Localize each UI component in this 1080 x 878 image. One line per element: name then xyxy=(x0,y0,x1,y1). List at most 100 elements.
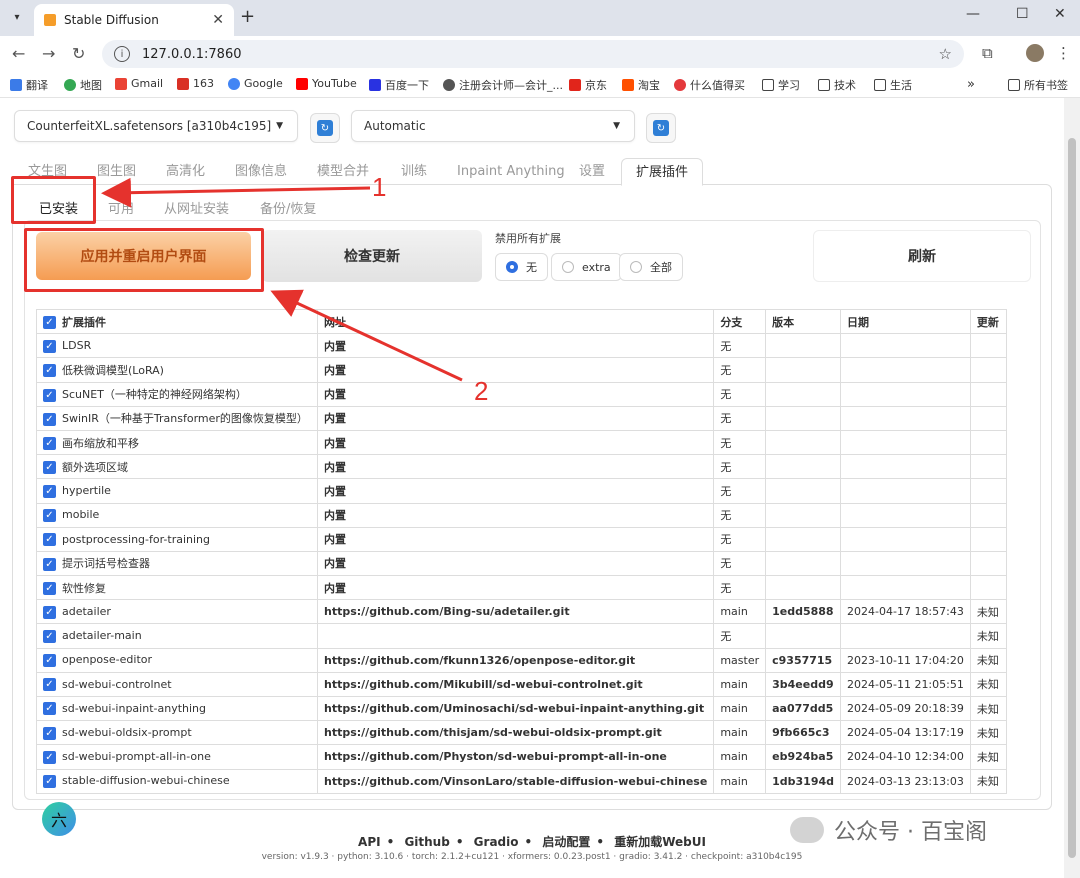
annotation-number-1: 1 xyxy=(372,172,387,202)
vae-select[interactable]: Automatic ▼ xyxy=(351,110,635,142)
refresh-checkpoint-button[interactable]: ↻ xyxy=(310,113,340,143)
maximize-icon[interactable]: ☐ xyxy=(1016,6,1029,22)
disable-extra-radio[interactable]: extra xyxy=(551,253,622,281)
forward-icon[interactable]: → xyxy=(42,44,55,63)
extension-checkbox[interactable]: ✓ xyxy=(43,388,56,402)
disable-all-radio[interactable]: 全部 xyxy=(619,253,683,281)
menu-icon[interactable]: ⋮ xyxy=(1056,44,1071,62)
check-updates-button[interactable]: 检查更新 xyxy=(262,230,482,282)
extension-checkbox[interactable]: ✓ xyxy=(43,653,56,667)
footer-link-startup-profile[interactable]: 启动配置 xyxy=(542,835,590,849)
tab-inpaint-anything[interactable]: Inpaint Anything xyxy=(457,158,565,186)
tab-extras[interactable]: 高清化 xyxy=(166,158,205,186)
extension-checkbox[interactable]: ✓ xyxy=(43,678,56,692)
floating-action-button[interactable]: 六 xyxy=(42,802,76,836)
footer-link-github[interactable]: Github xyxy=(404,835,449,849)
disable-none-radio[interactable]: 无 xyxy=(495,253,548,281)
cell-update xyxy=(969,429,1007,456)
extension-checkbox[interactable]: ✓ xyxy=(43,364,56,378)
site-info-icon[interactable]: i xyxy=(114,46,130,62)
cell-branch: 无 xyxy=(713,575,767,601)
refresh-vae-button[interactable]: ↻ xyxy=(646,113,676,143)
subtab-install-from-url[interactable]: 从网址安装 xyxy=(164,198,229,222)
tab-settings[interactable]: 设置 xyxy=(579,158,605,186)
cell-url: https://github.com/fkunn1326/openpose-ed… xyxy=(316,647,715,673)
select-all-checkbox[interactable]: ✓ xyxy=(43,316,56,330)
cell-branch: 无 xyxy=(713,333,767,359)
extension-checkbox[interactable]: ✓ xyxy=(43,484,56,498)
col-update: 更新 xyxy=(969,308,1007,335)
extension-checkbox[interactable]: ✓ xyxy=(43,605,56,619)
tab-extensions[interactable]: 扩展插件 xyxy=(621,158,704,186)
extension-checkbox[interactable]: ✓ xyxy=(43,533,56,547)
bookmark-item[interactable]: 百度一下 xyxy=(369,77,429,93)
cell-url: 内置 xyxy=(316,478,715,504)
footer-link-gradio[interactable]: Gradio xyxy=(474,835,519,849)
tab-png-info[interactable]: 图像信息 xyxy=(235,158,287,186)
page-scrollbar[interactable] xyxy=(1064,98,1080,878)
extension-checkbox[interactable]: ✓ xyxy=(43,582,56,596)
bookmark-item[interactable]: 京东 xyxy=(569,77,607,93)
extension-checkbox[interactable]: ✓ xyxy=(43,508,56,522)
cell-update: 未知 xyxy=(969,671,1007,698)
minimize-icon[interactable]: — xyxy=(966,6,980,22)
bookmark-item[interactable]: 163 xyxy=(177,77,214,90)
new-tab-icon[interactable]: + xyxy=(240,6,255,27)
close-tab-icon[interactable]: ✕ xyxy=(212,12,224,28)
cell-url: 内置 xyxy=(316,550,715,577)
extension-checkbox[interactable]: ✓ xyxy=(43,750,56,764)
close-window-icon[interactable]: ✕ xyxy=(1054,6,1066,22)
subtab-backup-restore[interactable]: 备份/恢复 xyxy=(260,198,316,222)
col-url: 网址 xyxy=(316,308,715,335)
more-bookmarks-icon[interactable]: » xyxy=(967,77,975,92)
refresh-button[interactable]: 刷新 xyxy=(813,230,1031,282)
profile-avatar[interactable] xyxy=(1026,44,1044,62)
bookmark-item[interactable]: 翻译 xyxy=(10,77,48,93)
bookmark-item[interactable]: Google xyxy=(228,77,283,90)
extension-checkbox[interactable]: ✓ xyxy=(43,461,56,475)
bookmark-folder[interactable]: 生活 xyxy=(874,77,912,93)
bookmark-item[interactable]: Gmail xyxy=(115,77,163,90)
footer-link-api[interactable]: API xyxy=(358,835,381,849)
cell-url: 内置 xyxy=(316,357,715,383)
extension-checkbox[interactable]: ✓ xyxy=(43,339,56,353)
cell-update xyxy=(969,381,1007,407)
cell-date xyxy=(840,550,971,577)
extension-checkbox[interactable]: ✓ xyxy=(43,557,56,571)
all-bookmarks-folder[interactable]: 所有书签 xyxy=(1008,77,1068,93)
checkpoint-select[interactable]: CounterfeitXL.safetensors [a310b4c195] ▼ xyxy=(14,110,298,142)
extensions-icon[interactable]: ⧉ xyxy=(982,44,993,62)
tab-list-dropdown-icon[interactable]: ▾ xyxy=(6,6,28,28)
browser-tab[interactable]: Stable Diffusion ✕ xyxy=(34,4,234,36)
tab-train[interactable]: 训练 xyxy=(401,158,427,186)
bookmark-item[interactable]: 什么值得买 xyxy=(674,77,745,93)
extension-checkbox[interactable]: ✓ xyxy=(43,629,56,643)
cell-extension: ✓ 提示词括号检查器 xyxy=(36,550,318,577)
scrollbar-thumb[interactable] xyxy=(1068,138,1076,858)
bookmark-item[interactable]: 淘宝 xyxy=(622,77,660,93)
bookmark-folder[interactable]: 学习 xyxy=(762,77,800,93)
footer-link-reload-ui[interactable]: 重新加载WebUI xyxy=(614,835,706,849)
reload-icon[interactable]: ↻ xyxy=(72,44,85,63)
cell-url: https://github.com/thisjam/sd-webui-olds… xyxy=(316,720,715,746)
tab-img2img[interactable]: 图生图 xyxy=(97,158,136,186)
cell-date xyxy=(840,454,971,480)
subtab-available[interactable]: 可用 xyxy=(108,198,134,222)
tab-merge[interactable]: 模型合并 xyxy=(317,158,369,186)
back-icon[interactable]: ← xyxy=(12,44,25,63)
bookmark-item[interactable]: YouTube xyxy=(296,77,357,90)
cell-date xyxy=(840,429,971,456)
extension-checkbox[interactable]: ✓ xyxy=(43,774,56,788)
extension-checkbox[interactable]: ✓ xyxy=(43,726,56,740)
address-bar[interactable]: i 127.0.0.1:7860 ☆ xyxy=(102,40,964,68)
extension-checkbox[interactable]: ✓ xyxy=(43,412,56,426)
bookmark-item[interactable]: 注册会计师—会计_... xyxy=(443,77,563,93)
bookmark-item[interactable]: 地图 xyxy=(64,77,102,93)
bookmark-star-icon[interactable]: ☆ xyxy=(939,45,952,63)
cell-date xyxy=(840,381,971,407)
extension-checkbox[interactable]: ✓ xyxy=(43,437,56,451)
extension-checkbox[interactable]: ✓ xyxy=(43,702,56,716)
cell-url: 内置 xyxy=(316,502,715,528)
bookmark-folder[interactable]: 技术 xyxy=(818,77,856,93)
webui-page: CounterfeitXL.safetensors [a310b4c195] ▼… xyxy=(0,98,1064,878)
